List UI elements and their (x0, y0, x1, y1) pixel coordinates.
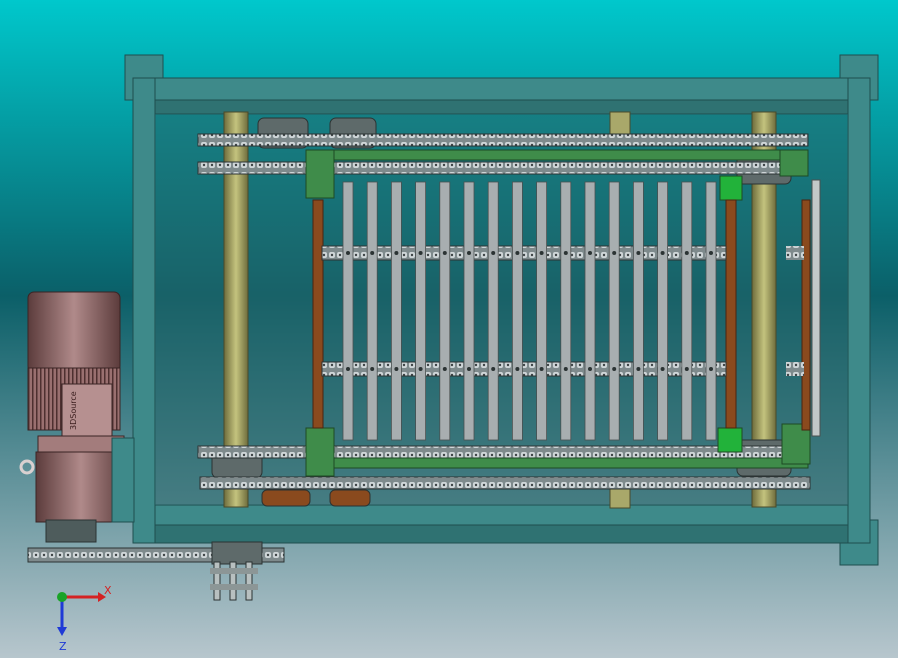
motor-mount-plate (111, 437, 135, 523)
slat-bolt (636, 367, 641, 371)
slat (342, 181, 354, 441)
slat-bolt (418, 367, 423, 371)
slat-bolt (394, 251, 399, 255)
slat (560, 181, 572, 441)
slat (657, 181, 668, 441)
spindle-1 (213, 561, 221, 601)
slat-bolt (394, 367, 399, 371)
slat-bolt (612, 251, 617, 255)
slat-bolt (563, 367, 568, 371)
chain-top-outer (197, 133, 809, 147)
slat-bolt (660, 367, 665, 371)
motor-flange (37, 435, 125, 455)
frame-left-post (132, 77, 156, 544)
slat (366, 181, 378, 441)
carriage-rail-top (307, 149, 809, 161)
bracket-top-right (719, 175, 743, 201)
frame-bottom-rail (134, 504, 851, 526)
motor-housing (27, 291, 121, 373)
slat-bolt (370, 251, 375, 255)
slat-bolt (515, 251, 520, 255)
slat-bolt (563, 251, 568, 255)
spindle-nut-b (210, 584, 258, 590)
slat (487, 181, 499, 441)
slat (512, 181, 523, 441)
cross-chain-upper-stub (786, 246, 804, 260)
slat-bolt (612, 367, 617, 371)
chain-top-inner (197, 161, 807, 175)
slat (463, 181, 475, 441)
motor-output-sprocket (45, 519, 97, 543)
slat (390, 181, 402, 441)
bracket-bottom-left (305, 427, 335, 477)
arm-left (312, 199, 324, 429)
carriage-rail-bottom (307, 457, 809, 469)
spindle-hub (211, 541, 263, 565)
slat-bolt (515, 367, 520, 371)
gear-motor: 3DSource (19, 291, 135, 543)
slat (415, 181, 427, 441)
triad-z-label: Z (59, 640, 67, 653)
assembly-drawing: 3DSource X Z (0, 0, 898, 658)
slat-bolt (491, 251, 496, 255)
slat-bolt (588, 367, 592, 371)
slat (439, 181, 451, 441)
slat-bolt (539, 251, 544, 255)
slat-bolt (467, 251, 471, 255)
slat-bolt (370, 367, 375, 371)
bracket-bottom-right (717, 427, 743, 453)
arm-far-right (801, 199, 811, 431)
cad-viewport[interactable]: 3DSource X Z (0, 0, 898, 658)
bracket-far-top-right (779, 149, 809, 177)
sprocket-bottom-left2 (261, 489, 311, 507)
slat-bolt (346, 367, 350, 371)
slat (536, 181, 547, 441)
spindle-3 (245, 561, 253, 601)
slat-bolt (660, 251, 665, 255)
arm-right (725, 199, 737, 429)
chain-bottom-inner (197, 445, 807, 459)
triad-origin-icon (57, 592, 67, 602)
spindle-nut-a (210, 568, 258, 574)
cross-chain-lower-stub (786, 362, 804, 376)
chain-bottom-outer (199, 476, 811, 490)
slat (584, 181, 596, 441)
slat-bolt (491, 367, 496, 371)
slat (633, 181, 644, 441)
bracket-top-left (305, 149, 335, 199)
guide-right (811, 179, 821, 437)
frame-top-rail (134, 77, 871, 101)
slat-bolt (467, 367, 471, 371)
slat-bolt (418, 251, 423, 255)
motor-nameplate: 3DSource (69, 391, 78, 430)
slat-bolt (539, 367, 544, 371)
slat-bolt (442, 251, 447, 255)
slat-bolt (709, 367, 713, 371)
frame-right-post (847, 77, 871, 544)
slat-bolt (709, 251, 713, 255)
sprocket-bottom-mid (329, 489, 371, 507)
slat-bolt (684, 251, 689, 255)
slat (705, 181, 717, 441)
spindle-2 (229, 561, 237, 601)
slat-bolt (442, 367, 447, 371)
slat-bolt (588, 251, 592, 255)
frame-bottom-rail-lower (134, 524, 871, 544)
slat-bolt (636, 251, 641, 255)
slat-bolt (346, 251, 350, 255)
triad-x-label: X (104, 584, 112, 597)
slat-bolt (684, 367, 689, 371)
slat (681, 181, 693, 441)
slat (608, 181, 620, 441)
